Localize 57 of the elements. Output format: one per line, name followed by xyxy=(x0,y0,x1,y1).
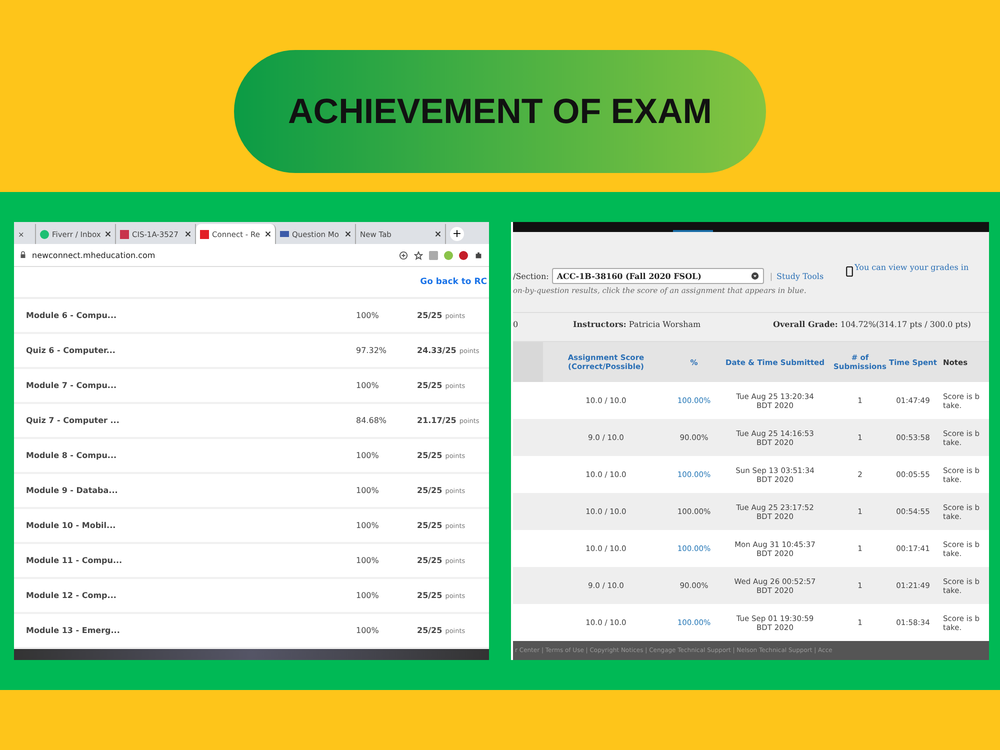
mobile-grades-link[interactable]: You can view your grades in xyxy=(854,263,969,272)
close-icon[interactable] xyxy=(185,231,191,237)
phone-icon xyxy=(846,266,853,276)
assignment-name[interactable]: Quiz 6 - Computer... xyxy=(26,346,356,355)
assignment-name[interactable]: Module 10 - Mobil... xyxy=(26,521,356,530)
tab-favicon-icon xyxy=(120,230,129,238)
lock-icon xyxy=(20,251,26,259)
assignment-name[interactable]: Quiz 7 - Computer ... xyxy=(26,416,356,425)
tab-favicon-icon xyxy=(280,231,289,237)
separator: | xyxy=(770,272,773,280)
close-icon[interactable] xyxy=(435,231,441,237)
percent-cell-text: 84.68% xyxy=(356,416,388,425)
percent-cell-text: 100% xyxy=(356,486,380,495)
percent-cell-text: 100% xyxy=(356,521,380,530)
info-text: 0 xyxy=(513,320,520,328)
score-cell: 25/25 xyxy=(417,486,442,495)
dropdown-icon xyxy=(750,272,759,280)
assignment-name[interactable]: Module 12 - Comp... xyxy=(26,591,356,600)
tab-favicon-icon xyxy=(200,230,209,238)
assignment-name[interactable]: Module 6 - Compu... xyxy=(26,311,356,320)
assignment-name[interactable]: Module 9 - Databa... xyxy=(26,486,356,495)
assignment-name[interactable]: Module 8 - Compu... xyxy=(26,451,356,460)
percent-cell-text: 100% xyxy=(356,381,380,390)
assignment-name[interactable]: Module 13 - Emerg... xyxy=(26,626,356,635)
percent-cell-text: 100% xyxy=(356,311,380,320)
add-icon[interactable] xyxy=(399,250,408,260)
close-icon[interactable] xyxy=(265,231,271,237)
url-text: newconnect.mheducation.com xyxy=(32,250,156,260)
study-tools-link[interactable]: Study Tools xyxy=(776,272,824,280)
percent-cell-text: 100% xyxy=(356,591,380,600)
back-link[interactable]: Go back to RC xyxy=(420,277,487,287)
score-cell: 25/25 xyxy=(417,521,442,530)
score-cell: 25/25 xyxy=(417,451,442,460)
tab-favicon-icon xyxy=(40,230,49,238)
score-cell: 21.17/25 xyxy=(417,416,456,425)
percent-cell-text: 100% xyxy=(356,451,380,460)
assignment-name[interactable]: Module 7 - Compu... xyxy=(26,381,356,390)
score-cell: 25/25 xyxy=(417,626,442,635)
percent-cell-text: 97.32% xyxy=(356,346,388,355)
instructors-text: Instructors: Patricia Worsham xyxy=(573,319,702,329)
star-icon[interactable] xyxy=(414,250,423,260)
percent-cell-text: 100% xyxy=(356,556,380,565)
close-icon[interactable] xyxy=(105,231,111,237)
score-cell: 24.33/25 xyxy=(417,346,456,355)
overall-grade-text: Overall Grade: 104.72%(314.17 pts / 300.0 pts) xyxy=(773,319,971,329)
section-label: /Section: xyxy=(513,272,549,280)
close-icon[interactable] xyxy=(345,231,351,237)
percent-cell-text: 100% xyxy=(356,626,380,635)
section-dropdown[interactable]: ACC-1B-38160 (Fall 2020 FSOL) xyxy=(552,268,764,284)
puzzle-icon[interactable] xyxy=(474,250,483,260)
assignment-name[interactable]: Module 11 - Compu... xyxy=(26,556,356,565)
new-tab-button[interactable]: + xyxy=(450,227,464,241)
title-banner: ACHIEVEMENT OF EXAM xyxy=(234,50,766,173)
score-cell: 25/25 xyxy=(417,311,442,320)
score-cell: 25/25 xyxy=(417,591,442,600)
score-cell: 25/25 xyxy=(417,556,442,565)
score-cell: 25/25 xyxy=(417,381,442,390)
